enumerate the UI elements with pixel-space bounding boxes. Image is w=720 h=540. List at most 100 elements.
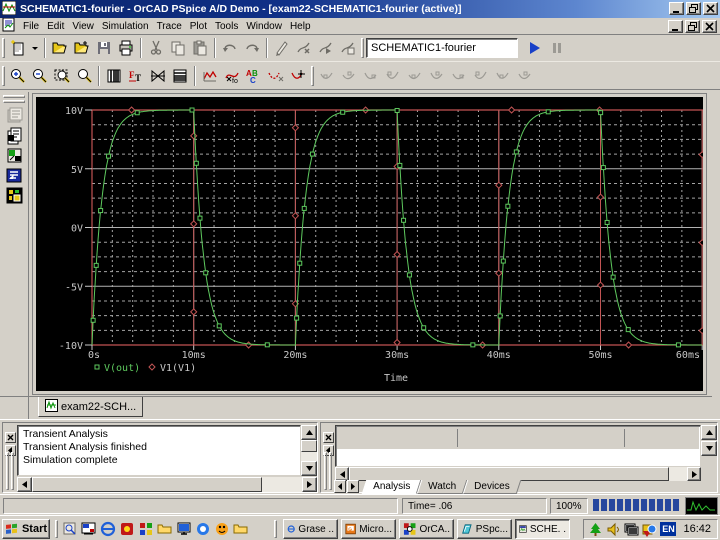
scroll-left-icon[interactable] [17, 477, 32, 492]
save-icon[interactable] [93, 37, 115, 59]
redo-icon[interactable] [241, 37, 263, 59]
taskbar-task-0[interactable]: Grase .. [283, 519, 338, 539]
menu-help[interactable]: Help [286, 19, 315, 34]
cursor-max-icon[interactable] [404, 65, 426, 87]
status-horizontal-scrollbar[interactable] [335, 467, 701, 481]
cursor-search-icon[interactable] [448, 65, 470, 87]
tab-analysis[interactable]: Analysis [361, 480, 422, 494]
toolbar-gripper-3[interactable] [2, 65, 5, 86]
view-simulation-status-icon[interactable] [4, 145, 26, 167]
undo-icon[interactable] [219, 37, 241, 59]
minimize-button[interactable] [669, 2, 684, 15]
ql-desktop-icon[interactable] [80, 520, 97, 537]
scroll-up-icon[interactable] [301, 425, 317, 440]
menu-view[interactable]: View [68, 19, 98, 34]
tab-scroll-right-icon[interactable] [347, 480, 359, 493]
probe-plot-window[interactable]: 10V 5V 0V -5V -10V 0s 10ms 20ms 30ms 40ms 50ms 60ms… [32, 93, 707, 395]
edit-profile-icon[interactable] [293, 37, 315, 59]
ql-folder1-icon[interactable] [156, 520, 173, 537]
output-gripper2[interactable] [11, 452, 14, 490]
eval-goal-function-icon[interactable]: fo [221, 65, 243, 87]
tab-scroll-left-icon[interactable] [334, 480, 346, 493]
scroll-thumb-h2[interactable] [349, 467, 669, 481]
scroll-left-icon2[interactable] [335, 467, 349, 481]
app-icon[interactable] [1, 0, 17, 18]
tray-tree-icon[interactable] [588, 522, 603, 537]
cursor-point-icon[interactable] [426, 65, 448, 87]
menu-file[interactable]: File [19, 19, 43, 34]
ql-ie-icon[interactable] [99, 520, 116, 537]
toggle-cursor-icon[interactable] [265, 65, 287, 87]
cursor-min-icon[interactable] [382, 65, 404, 87]
performance-analysis-icon[interactable] [147, 65, 169, 87]
append-file-icon[interactable] [71, 37, 93, 59]
menu-trace[interactable]: Trace [153, 19, 186, 34]
log-y-axis-icon[interactable] [169, 65, 191, 87]
simulation-profile-combobox[interactable]: SCHEMATIC1-fourier [366, 38, 518, 58]
child-minimize-button[interactable] [668, 20, 683, 33]
mark-data-points-icon[interactable] [287, 65, 309, 87]
menu-tools[interactable]: Tools [211, 19, 242, 34]
open-folder-icon[interactable] [49, 37, 71, 59]
print-icon[interactable] [115, 37, 137, 59]
taskbar-task-1[interactable]: G Micro... [341, 519, 396, 539]
cut-icon[interactable] [145, 37, 167, 59]
output-vertical-scrollbar[interactable] [301, 425, 317, 476]
title-bar[interactable]: SCHEMATIC1-fourier - OrCAD PSpice A/D De… [0, 0, 720, 18]
new-document-icon[interactable] [7, 37, 29, 59]
scroll-right-icon2[interactable] [687, 467, 701, 481]
menu-edit[interactable]: Edit [43, 19, 68, 34]
tab-devices[interactable]: Devices [462, 480, 522, 494]
status-vertical-scrollbar[interactable] [701, 425, 717, 458]
output-horizontal-scrollbar[interactable] [17, 477, 317, 492]
simulation-output-list[interactable]: Transient Analysis Transient Analysis fin… [17, 425, 301, 476]
run-profile-icon[interactable] [315, 37, 337, 59]
cursor-trough-icon[interactable] [338, 65, 360, 87]
cursor-assoc-icon[interactable] [514, 65, 536, 87]
toolbar-gripper[interactable] [2, 38, 5, 58]
run-simulation-icon[interactable] [524, 37, 546, 59]
tray-display-icon[interactable] [624, 522, 639, 537]
tab-watch[interactable]: Watch [416, 480, 468, 494]
zoom-out-icon[interactable] [29, 65, 51, 87]
waveform-plot[interactable]: 10V 5V 0V -5V -10V 0s 10ms 20ms 30ms 40ms 50ms 60ms… [36, 97, 703, 391]
cursor-next-transition-icon[interactable] [470, 65, 492, 87]
document-tab[interactable]: exam22-SCH... [38, 397, 144, 417]
output-close-icon[interactable] [5, 432, 16, 443]
view-simulation-queue-icon[interactable] [4, 105, 26, 127]
document-icon[interactable] [2, 17, 16, 35]
zoom-fit-icon[interactable] [73, 65, 95, 87]
toolbar-gripper-2[interactable] [361, 38, 364, 58]
ql-folder2-icon[interactable] [232, 520, 249, 537]
text-label-icon[interactable]: ABC [243, 65, 265, 87]
view-output-file-icon[interactable] [4, 125, 26, 147]
close-button[interactable] [703, 2, 718, 15]
new-dropdown-icon[interactable] [29, 37, 41, 59]
output-gripper[interactable] [6, 452, 9, 490]
fourier-icon[interactable]: FT [125, 65, 147, 87]
status-gripper[interactable] [324, 452, 327, 490]
ql-orange-ball-icon[interactable] [213, 520, 230, 537]
ql-monitor-icon[interactable] [175, 520, 192, 537]
taskbar-task-4[interactable]: SCHE. . [515, 519, 570, 539]
scroll-down-icon2[interactable] [701, 441, 717, 456]
ql-viewer-icon[interactable] [61, 520, 78, 537]
language-indicator[interactable]: EN [660, 522, 677, 536]
child-restore-button[interactable] [685, 20, 700, 33]
start-button[interactable]: Start [2, 519, 50, 539]
copy-icon[interactable] [167, 37, 189, 59]
new-profile-icon[interactable] [271, 37, 293, 59]
side-toolbar-gripper2[interactable] [3, 100, 25, 103]
menu-window[interactable]: Window [242, 19, 286, 34]
tasks-gripper[interactable] [274, 520, 277, 538]
view-netlist-icon[interactable] [337, 37, 359, 59]
quicklaunch-gripper[interactable] [55, 520, 58, 538]
taskbar-task-3[interactable]: PSpc... [457, 519, 512, 539]
cursor-prev-transition-icon[interactable] [492, 65, 514, 87]
cursor-peak-icon[interactable] [316, 65, 338, 87]
tray-shield-icon[interactable] [642, 522, 657, 537]
scroll-down-icon[interactable] [301, 461, 317, 476]
zoom-area-icon[interactable] [51, 65, 73, 87]
side-toolbar-gripper[interactable] [3, 95, 25, 98]
ql-browser-blue-icon[interactable] [194, 520, 211, 537]
